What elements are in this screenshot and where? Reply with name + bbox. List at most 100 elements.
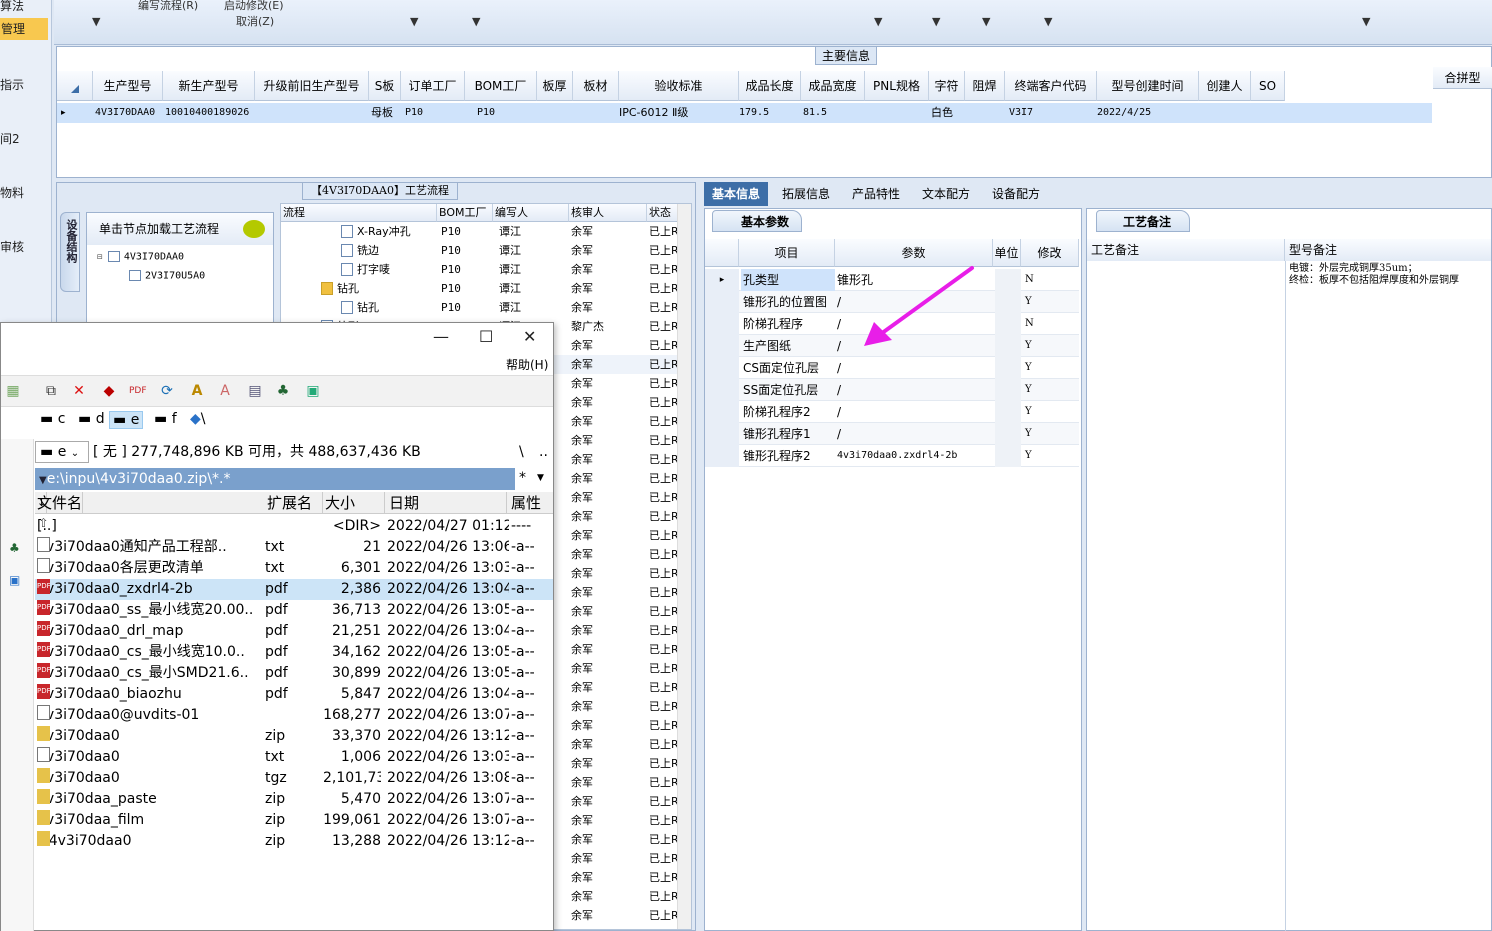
column-header[interactable]: PNL规格 [865, 71, 929, 101]
cell-new-model[interactable]: 10010400189026 [163, 103, 249, 123]
text-icon[interactable]: A [217, 383, 233, 399]
chevron-down-icon[interactable]: ▼ [472, 15, 480, 28]
param-row[interactable]: 阶梯孔程序2 / Y [705, 401, 1079, 423]
file-row[interactable]: PDF 4v3i70daa0_cs_最小线宽10.0.. pdf 34,162 2022… [35, 642, 553, 663]
root-button[interactable]: \ [519, 439, 524, 465]
model-notes-line[interactable]: 电镀：外层完成铜厚35um； [1289, 263, 1418, 275]
column-header[interactable]: 合拼型 [1433, 67, 1492, 89]
row-selector[interactable] [705, 423, 739, 445]
maximize-icon[interactable]: ☐ [479, 327, 493, 346]
nav-item[interactable]: 算法 [0, 0, 24, 14]
tree-node[interactable]: 2V3I70U5A0 [129, 270, 205, 282]
cancel-button[interactable]: 取消(Z) [236, 13, 274, 29]
chevron-down-icon[interactable]: ▼ [410, 15, 418, 28]
cell-production-model[interactable]: 4V3I70DAA0 [93, 103, 155, 123]
column-header[interactable]: 阻焊 [965, 71, 1005, 101]
column-header[interactable]: 创建人 [1199, 71, 1251, 101]
chevron-down-icon[interactable]: ▼ [932, 15, 940, 28]
file-row[interactable]: 4v3i70daa0tgz2,101,7342022/04/26 13:08-a… [35, 768, 553, 789]
flow-row[interactable]: 钻孔 P10 谭江 余军 已上R [281, 298, 679, 317]
column-header[interactable]: 状态 [647, 204, 679, 222]
chevron-down-icon[interactable]: ▼ [874, 15, 882, 28]
network-drive[interactable]: ◆\ [187, 411, 209, 427]
drive-c[interactable]: ▬ c [37, 411, 68, 427]
print-icon[interactable]: ▤ [247, 383, 263, 399]
column-header[interactable]: 验收标准 [619, 71, 739, 101]
cell-character[interactable]: 白色 [929, 103, 953, 123]
cell-created[interactable]: 2022/4/25 [1095, 103, 1151, 123]
word-icon[interactable]: ▣ [9, 573, 20, 587]
file-row[interactable]: 4v3i70daa0通知产品工程部.. txt 21 2022/04/26 13:06… [35, 537, 553, 558]
up-button[interactable]: .. [539, 439, 548, 465]
current-path[interactable]: ▼e:\inpu\4v3i70daa0.zip\*.* [35, 468, 515, 490]
column-header[interactable]: 板材 [573, 71, 619, 101]
row-selector[interactable] [705, 379, 739, 401]
column-header[interactable]: BOM工厂 [437, 204, 493, 222]
font-icon[interactable]: A [189, 383, 205, 399]
drive-e[interactable]: ▬ e [109, 411, 144, 429]
column-header[interactable]: 升级前旧生产型号 [255, 71, 369, 101]
file-row[interactable]: 4v3i70daa_film zip 199,061 2022/04/26 13:07… [35, 810, 553, 831]
row-selector[interactable]: ▸ [705, 269, 739, 291]
param-row[interactable]: CS面定位孔层 / Y [705, 357, 1079, 379]
cell-length[interactable]: 179.5 [737, 103, 769, 123]
column-header[interactable]: 板厚 [537, 71, 573, 101]
column-header[interactable]: 终端客户代码 [1005, 71, 1097, 101]
column-header[interactable]: SO [1251, 71, 1285, 101]
tree-node[interactable]: ⊟ 4V3I70DAA0 [97, 251, 184, 263]
column-header[interactable]: 成品长度 [739, 71, 801, 101]
flow-row[interactable]: X-Ray冲孔 P10 谭江 余军 已上R [281, 222, 679, 241]
flow-row[interactable]: 打字唛 P10 谭江 余军 已上R [281, 260, 679, 279]
close-icon[interactable]: ✕ [523, 327, 536, 346]
notes-column-header[interactable]: 工艺备注 [1087, 239, 1285, 261]
pack-icon[interactable]: ▦ [5, 383, 21, 399]
tab-device-recipe[interactable]: 设备配方 [984, 182, 1048, 206]
cell-s-board[interactable]: 母板 [369, 103, 393, 123]
row-selector[interactable] [705, 401, 739, 423]
drive-f[interactable]: ▬ f [151, 411, 180, 427]
column-header[interactable]: 修改 [1021, 239, 1079, 267]
minimize-icon[interactable]: — [433, 327, 449, 346]
column-header[interactable]: 型号创建时间 [1097, 71, 1199, 101]
cell-end-customer[interactable]: V3I7 [1007, 103, 1033, 123]
nav-item[interactable]: 审核 [0, 238, 24, 255]
drive-d[interactable]: ▬ d [75, 411, 108, 427]
excel-icon[interactable]: ▣ [305, 383, 321, 399]
param-row[interactable]: 锥形孔程序1 / Y [705, 423, 1079, 445]
chevron-down-icon[interactable]: ▼ [92, 15, 100, 28]
chevron-down-icon[interactable]: ▼ [537, 473, 544, 483]
cell-width[interactable]: 81.5 [801, 103, 827, 123]
column-header[interactable]: 成品宽度 [801, 71, 865, 101]
file-row[interactable]: 4v3i70daa0 txt 1,006 2022/04/26 13:03 -a-- [35, 747, 553, 768]
row-selector[interactable] [705, 445, 739, 467]
nav-item-selected[interactable]: 管理 [0, 18, 48, 40]
scrollbar[interactable] [677, 204, 691, 929]
model-notes-column-header[interactable]: 型号备注 [1285, 239, 1491, 261]
file-row[interactable]: #4v3i70daa0 zip 13,288 2022/04/26 13:12 -a-- [35, 831, 553, 852]
refresh-icon[interactable]: ⟳ [159, 383, 175, 399]
column-size[interactable]: 大小 [323, 492, 385, 514]
file-row[interactable]: ⇧ [..] <DIR> 2022/04/27 01:12 ---- [35, 516, 553, 537]
pdf-icon[interactable]: PDF [129, 383, 147, 399]
nav-item[interactable]: 间2 [0, 130, 20, 147]
column-header[interactable]: 字符 [929, 71, 965, 101]
tree-icon[interactable]: ♣ [275, 383, 291, 399]
nav-item[interactable]: 物料 [0, 184, 24, 201]
column-header[interactable]: S板 [369, 71, 401, 101]
row-selector[interactable] [705, 291, 739, 313]
file-row[interactable]: 4v3i70daa0 zip 33,370 2022/04/26 13:12 -a-- [35, 726, 553, 747]
tab-product-features[interactable]: 产品特性 [844, 182, 908, 206]
edit-flow-button[interactable]: 编写流程(R) [138, 0, 198, 13]
drive-select[interactable]: ▬ e ⌄ [35, 441, 89, 463]
file-row[interactable]: PDF 4v3i70daa0_zxdrl4-2b pdf 2,386 2022/04/2… [35, 579, 553, 600]
tab-basic-info[interactable]: 基本信息 [704, 182, 769, 206]
file-row[interactable]: 4v3i70daa_paste zip 5,470 2022/04/26 13:07-… [35, 789, 553, 810]
param-row[interactable]: 锥形孔程序2 4v3i70daa0.zxdrl4-2b Y [705, 445, 1079, 467]
start-modify-button[interactable]: 启动修改(E) [224, 0, 284, 13]
flow-row[interactable]: 铣边 P10 谭江 余军 已上R [281, 241, 679, 260]
tab-extended-info[interactable]: 拓展信息 [774, 182, 838, 206]
column-header[interactable]: 流程 [281, 204, 437, 222]
cell-order-factory[interactable]: P10 [403, 103, 423, 123]
row-selector[interactable] [705, 313, 739, 335]
row-selector[interactable] [705, 335, 739, 357]
